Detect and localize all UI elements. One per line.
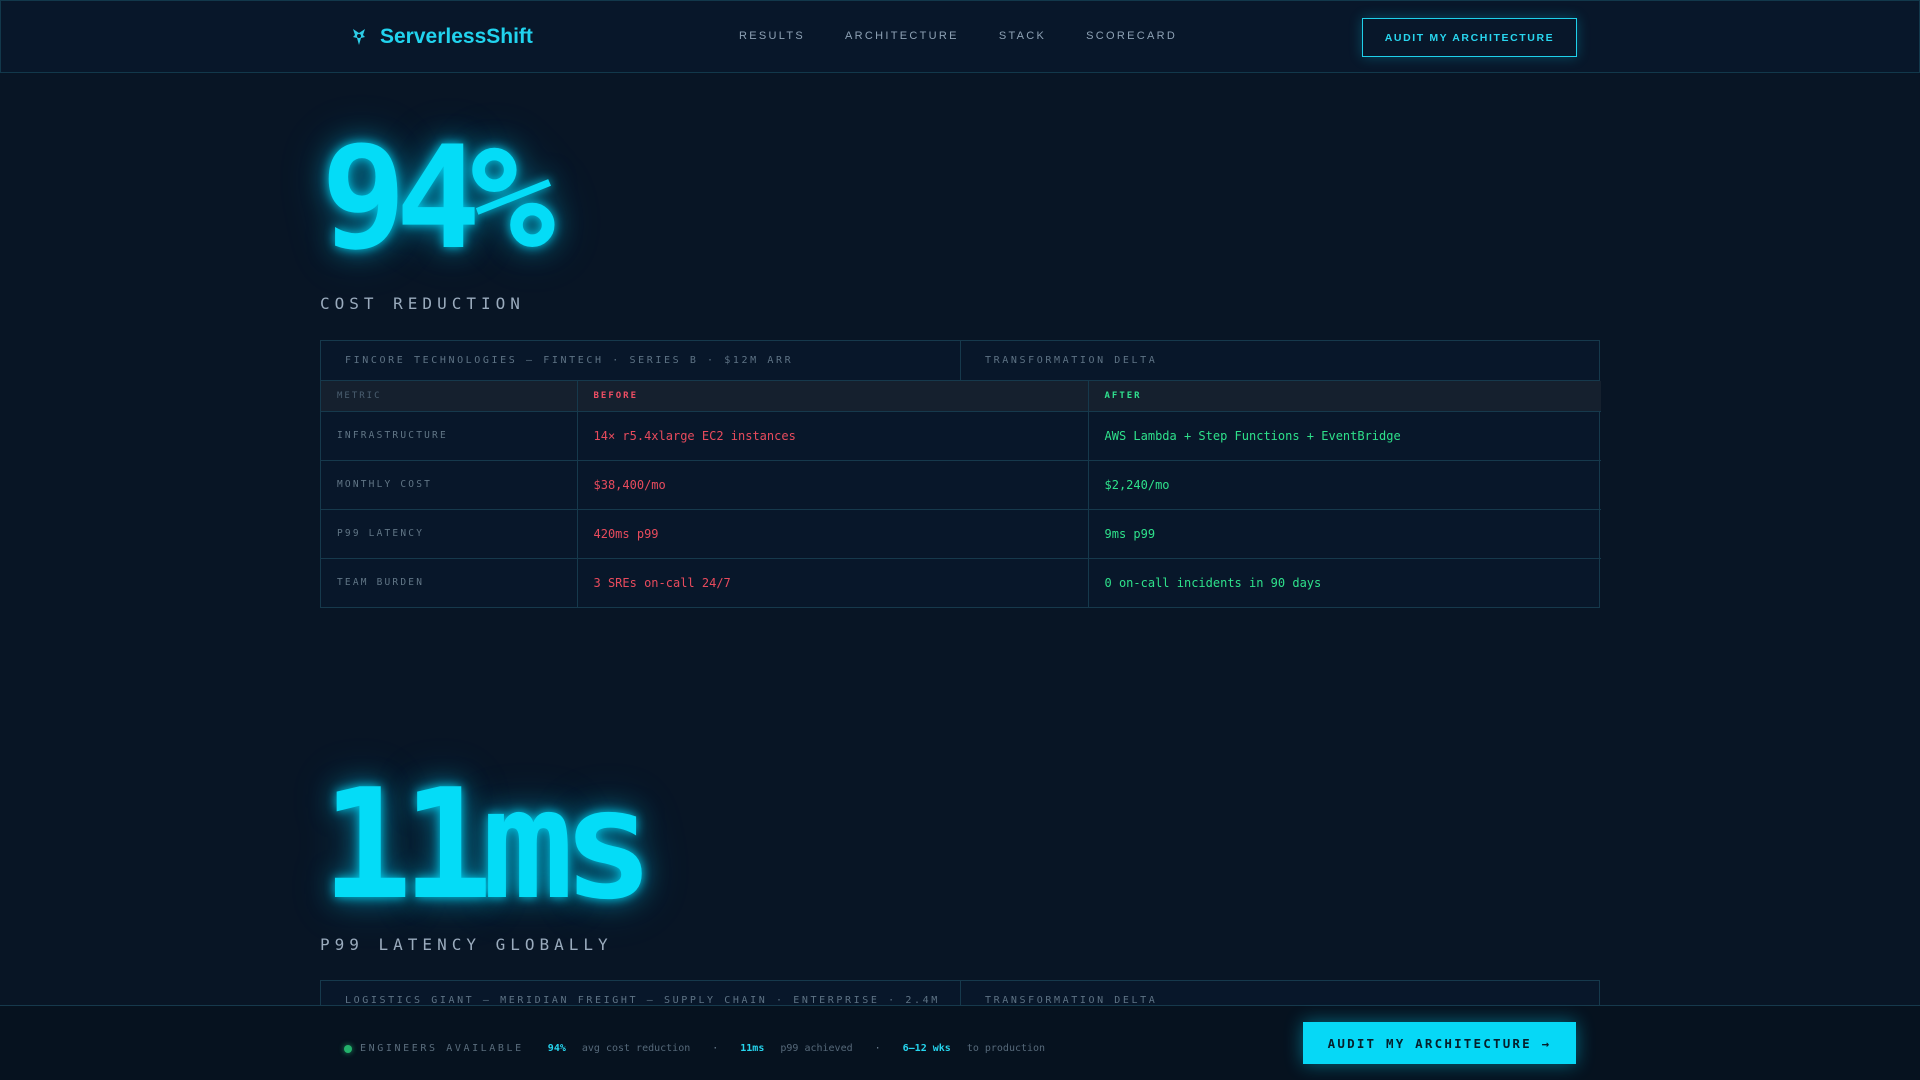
hero-stat-label: P99 LATENCY GLOBALLY (320, 935, 613, 954)
hero-stat-cost-reduction: 94% (321, 116, 556, 281)
before-after-table: METRIC BEFORE AFTER INFRASTRUCTURE 14× r… (321, 381, 1601, 607)
audit-architecture-button[interactable]: AUDIT MY ARCHITECTURE (1362, 18, 1577, 57)
availability-status: ENGINEERS AVAILABLE 94% avg cost reducti… (344, 1043, 1045, 1054)
hero-stat-latency: 11ms (321, 756, 654, 933)
metric-cell: INFRASTRUCTURE (321, 411, 577, 461)
audit-architecture-cta-button[interactable]: AUDIT MY ARCHITECTURE → (1303, 1022, 1576, 1064)
summary-stat-value: 11ms (740, 1043, 765, 1054)
before-cell: 14× r5.4xlarge EC2 instances (576, 411, 1088, 461)
metric-cell: TEAM BURDEN (337, 577, 425, 589)
brand-logo[interactable]: ServerlessShift (348, 23, 533, 51)
column-header-after: AFTER (1087, 381, 1601, 412)
nav-link-architecture[interactable]: ARCHITECTURE (845, 30, 959, 42)
case-card-header: FINCORE TECHNOLOGIES — FINTECH · SERIES … (321, 341, 1599, 381)
before-cell: 3 SREs on-call 24/7 (576, 558, 1088, 607)
table-header-row: METRIC BEFORE AFTER (321, 381, 1601, 412)
summary-stat-text: p99 achieved (780, 1043, 853, 1054)
metric-cell: MONTHLY COST (321, 460, 577, 510)
after-cell: $2,240/mo (1087, 460, 1601, 510)
table-row: TEAM BURDEN 3 SREs on-call 24/7 0 on-cal… (321, 558, 1601, 607)
status-dot-icon (344, 1044, 352, 1053)
case-client-label: FINCORE TECHNOLOGIES — FINTECH · SERIES … (345, 355, 794, 366)
summary-stat-text: avg cost reduction (581, 1043, 691, 1054)
page: ServerlessShift RESULTS ARCHITECTURE STA… (0, 0, 1920, 1080)
summary-stat-text: to production (966, 1043, 1046, 1054)
case-study-card: FINCORE TECHNOLOGIES — FINTECH · SERIES … (320, 340, 1601, 608)
main-nav: RESULTS ARCHITECTURE STACK SCORECARD (739, 30, 1177, 42)
after-cell: 0 on-call incidents in 90 days (1087, 558, 1601, 607)
brand-name: ServerlessShift (380, 25, 533, 48)
after-cell: 9ms p99 (1087, 509, 1601, 559)
table-row: MONTHLY COST $38,400/mo $2,240/mo (321, 460, 1601, 510)
after-cell: AWS Lambda + Step Functions + EventBridg… (1087, 411, 1601, 461)
nav-link-results[interactable]: RESULTS (739, 30, 805, 42)
hero-stat-label: COST REDUCTION (320, 294, 525, 313)
before-cell: 420ms p99 (576, 509, 1088, 559)
lambda-shield-icon (348, 26, 370, 48)
top-nav-bar: ServerlessShift RESULTS ARCHITECTURE STA… (0, 0, 1920, 73)
status-label: ENGINEERS AVAILABLE (360, 1043, 524, 1054)
table-row: INFRASTRUCTURE 14× r5.4xlarge EC2 instan… (321, 411, 1601, 461)
nav-link-stack[interactable]: STACK (999, 30, 1046, 42)
transformation-delta-label: TRANSFORMATION DELTA (960, 341, 1599, 380)
column-header-metric: METRIC (321, 381, 577, 412)
summary-stat-value: 94% (547, 1043, 566, 1054)
metric-cell: P99 LATENCY (321, 509, 577, 559)
separator-dot: · (874, 1043, 881, 1054)
table-row: P99 LATENCY 420ms p99 9ms p99 (321, 509, 1601, 559)
sticky-bottom-bar: ENGINEERS AVAILABLE 94% avg cost reducti… (0, 1005, 1920, 1080)
separator-dot: · (712, 1043, 719, 1054)
nav-link-scorecard[interactable]: SCORECARD (1086, 30, 1177, 42)
column-header-before: BEFORE (576, 381, 1088, 412)
summary-stat-value: 6–12 wks (902, 1043, 951, 1054)
before-cell: $38,400/mo (576, 460, 1088, 510)
